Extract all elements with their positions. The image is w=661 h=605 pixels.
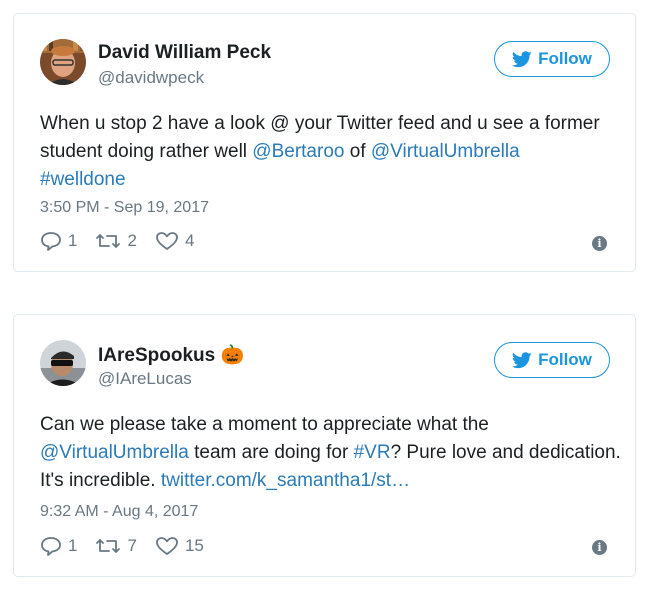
follow-label: Follow <box>538 350 592 369</box>
tweet-card: David William Peck @davidwpeck Follow Wh… <box>13 13 636 272</box>
heart-icon <box>156 232 178 250</box>
follow-label: Follow <box>538 49 592 68</box>
tweet-actions: 1 2 4 <box>40 231 212 251</box>
reply-count: 1 <box>68 231 78 250</box>
reply-count: 1 <box>68 536 78 555</box>
retweet-button[interactable]: 2 <box>95 231 137 251</box>
like-count: 4 <box>184 231 195 250</box>
follow-button[interactable]: Follow <box>494 342 610 378</box>
twitter-bird-icon <box>512 50 532 68</box>
text-segment: Can we please take a moment to appreciat… <box>40 414 489 435</box>
tweet-card: IAreSpookus 🎃 @IAreLucas Follow Can we p… <box>13 314 636 577</box>
retweet-count: 7 <box>127 536 137 555</box>
like-button[interactable]: 4 <box>155 231 194 251</box>
retweet-count: 2 <box>127 231 137 250</box>
reply-button[interactable]: 1 <box>40 536 77 556</box>
pumpkin-emoji: 🎃 <box>220 345 245 366</box>
url-link[interactable]: twitter.com/k_samantha1/st… <box>161 470 410 491</box>
reply-icon <box>41 537 61 556</box>
tweet-actions: 1 7 15 <box>40 536 222 556</box>
avatar[interactable] <box>40 340 86 386</box>
retweet-button[interactable]: 7 <box>95 536 137 556</box>
user-handle[interactable]: @davidwpeck <box>98 68 204 88</box>
hashtag-link[interactable]: #VR <box>354 442 391 463</box>
tweet-text: When u stop 2 have a look @ your Twitter… <box>40 110 625 194</box>
twitter-bird-icon <box>512 351 532 369</box>
reply-button[interactable]: 1 <box>40 231 77 251</box>
avatar[interactable] <box>40 39 86 85</box>
mention-link[interactable]: @VirtualUmbrella <box>40 442 189 463</box>
text-segment: team are doing for <box>188 442 354 463</box>
user-name[interactable]: IAreSpookus 🎃 <box>98 343 244 367</box>
user-handle[interactable]: @IAreLucas <box>98 369 192 389</box>
like-button[interactable]: 15 <box>155 536 204 556</box>
reply-icon <box>41 232 61 251</box>
retweet-icon <box>96 234 121 248</box>
mention-link[interactable]: @Bertaroo <box>252 141 344 162</box>
user-name[interactable]: David William Peck <box>98 42 271 64</box>
follow-button[interactable]: Follow <box>494 41 610 77</box>
tweet-text: Can we please take a moment to appreciat… <box>40 411 625 495</box>
mention-link[interactable]: @VirtualUmbrella <box>371 141 520 162</box>
info-icon[interactable]: i <box>592 540 607 555</box>
text-segment: of <box>344 141 371 162</box>
timestamp[interactable]: 9:32 AM - Aug 4, 2017 <box>40 503 198 521</box>
like-count: 15 <box>184 536 204 555</box>
retweet-icon <box>96 539 121 553</box>
info-icon[interactable]: i <box>592 236 607 251</box>
timestamp[interactable]: 3:50 PM - Sep 19, 2017 <box>40 199 209 217</box>
hashtag-link[interactable]: #welldone <box>40 169 126 190</box>
heart-icon <box>156 537 178 555</box>
